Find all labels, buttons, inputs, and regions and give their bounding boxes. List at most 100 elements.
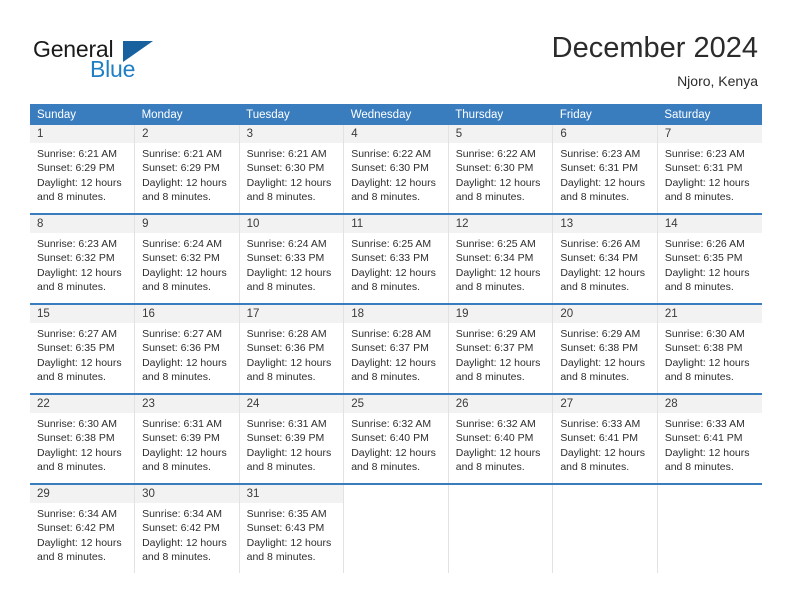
day-details: Sunrise: 6:33 AM Sunset: 6:41 PM Daylight:… [553,413,657,475]
day-cell[interactable]: 17 Sunrise: 6:28 AM Sunset: 6:36 PM Dayligh… [238,303,344,394]
sunset-text: Sunset: 6:34 PM [560,252,638,265]
day-cell[interactable]: 14 Sunrise: 6:26 AM Sunset: 6:35 PM Dayligh… [656,213,762,304]
sunset-text: Sunset: 6:35 PM [664,252,743,265]
daylight-text: Daylight: 12 hours and 8 minutes. [246,266,332,294]
daylight-text: Daylight: 12 hours and 8 minutes. [37,266,122,294]
daylight-text: Daylight: 12 hours and 8 minutes. [560,356,645,384]
day-cell[interactable]: 5 Sunrise: 6:22 AM Sunset: 6:30 PM Daylight… [447,125,553,214]
sunrise-text: Sunrise: 6:34 AM [142,508,223,520]
week-row: 1 Sunrise: 6:21 AM Sunset: 6:29 PM Daylight… [30,125,762,214]
day-number: 27 [553,395,657,413]
day-details: Sunrise: 6:22 AM Sunset: 6:30 PM Daylight:… [344,143,448,205]
day-cell[interactable]: 31 Sunrise: 6:35 AM Sunset: 6:43 PM Dayligh… [238,483,344,573]
day-cell[interactable]: 3 Sunrise: 6:21 AM Sunset: 6:30 PM Daylight… [238,125,344,214]
daylight-text: Daylight: 12 hours and 8 minutes. [37,356,122,384]
sunset-text: Sunset: 6:29 PM [37,162,115,175]
day-number: 4 [344,125,448,143]
day-cell[interactable]: 7 Sunrise: 6:23 AM Sunset: 6:31 PM Daylight… [656,125,762,214]
daylight-text: Daylight: 12 hours and 8 minutes. [37,446,122,474]
day-cell[interactable]: 28 Sunrise: 6:33 AM Sunset: 6:41 PM Dayligh… [656,393,762,484]
week-row: 29 Sunrise: 6:34 AM Sunset: 6:42 PM Dayligh… [30,483,762,573]
day-cell[interactable]: 19 Sunrise: 6:29 AM Sunset: 6:37 PM Dayligh… [447,303,553,394]
daylight-text: Daylight: 12 hours and 8 minutes. [246,536,332,564]
day-cell[interactable]: 29 Sunrise: 6:34 AM Sunset: 6:42 PM Dayligh… [30,483,135,573]
weekday-header-monday: Monday [134,104,240,125]
sunrise-text: Sunrise: 6:31 AM [246,418,327,430]
day-cell[interactable]: 21 Sunrise: 6:30 AM Sunset: 6:38 PM Dayligh… [656,303,762,394]
page-header: General Blue December 2024 Njoro, Kenya [0,0,792,98]
day-details: Sunrise: 6:27 AM Sunset: 6:36 PM Daylight:… [135,323,239,385]
weekday-header-wednesday: Wednesday [343,104,449,125]
sunset-text: Sunset: 6:39 PM [142,432,220,445]
brand-logo[interactable]: General Blue [33,36,223,86]
day-cell[interactable]: 8 Sunrise: 6:23 AM Sunset: 6:32 PM Daylight… [30,213,135,304]
day-cell[interactable]: 15 Sunrise: 6:27 AM Sunset: 6:35 PM Dayligh… [30,303,135,394]
day-number: 3 [239,125,344,143]
day-number: 24 [239,395,344,413]
day-details: Sunrise: 6:24 AM Sunset: 6:33 PM Daylight:… [240,233,344,295]
day-cell[interactable]: 11 Sunrise: 6:25 AM Sunset: 6:33 PM Dayligh… [343,213,449,304]
weekday-header-tuesday: Tuesday [239,104,344,125]
day-number: 31 [239,485,344,503]
day-cell[interactable]: 18 Sunrise: 6:28 AM Sunset: 6:37 PM Dayligh… [343,303,449,394]
weekday-header-row: Sunday Monday Tuesday Wednesday Thursday… [30,104,762,125]
sunset-text: Sunset: 6:36 PM [246,342,325,355]
day-details: Sunrise: 6:21 AM Sunset: 6:29 PM Daylight:… [135,143,239,205]
sunset-text: Sunset: 6:29 PM [142,162,220,175]
sunrise-text: Sunrise: 6:24 AM [142,238,223,250]
sunrise-text: Sunrise: 6:30 AM [664,328,745,340]
day-cell[interactable]: 27 Sunrise: 6:33 AM Sunset: 6:41 PM Dayligh… [552,393,658,484]
day-cell[interactable]: 30 Sunrise: 6:34 AM Sunset: 6:42 PM Dayligh… [134,483,240,573]
day-details: Sunrise: 6:32 AM Sunset: 6:40 PM Daylight:… [449,413,553,475]
sunset-text: Sunset: 6:38 PM [37,432,115,445]
sunrise-text: Sunrise: 6:32 AM [351,418,432,430]
sunrise-text: Sunrise: 6:34 AM [37,508,117,520]
day-cell[interactable]: 9 Sunrise: 6:24 AM Sunset: 6:32 PM Daylight… [134,213,240,304]
day-cell[interactable]: 6 Sunrise: 6:23 AM Sunset: 6:31 PM Daylight… [552,125,658,214]
weekday-header-saturday: Saturday [657,104,762,125]
day-cell[interactable]: 22 Sunrise: 6:30 AM Sunset: 6:38 PM Dayligh… [30,393,135,484]
sunrise-text: Sunrise: 6:29 AM [560,328,641,340]
day-cell[interactable]: 23 Sunrise: 6:31 AM Sunset: 6:39 PM Dayligh… [134,393,240,484]
sunrise-text: Sunrise: 6:22 AM [351,148,432,160]
day-cell[interactable]: 10 Sunrise: 6:24 AM Sunset: 6:33 PM Dayligh… [238,213,344,304]
sunrise-text: Sunrise: 6:29 AM [455,328,536,340]
daylight-text: Daylight: 12 hours and 8 minutes. [560,266,645,294]
sunset-text: Sunset: 6:39 PM [246,432,325,445]
daylight-text: Daylight: 12 hours and 8 minutes. [455,266,541,294]
sunset-text: Sunset: 6:38 PM [664,342,743,355]
day-cell[interactable]: 24 Sunrise: 6:31 AM Sunset: 6:39 PM Dayligh… [238,393,344,484]
sunset-text: Sunset: 6:35 PM [37,342,115,355]
day-number: 6 [553,125,657,143]
day-cell[interactable]: 26 Sunrise: 6:32 AM Sunset: 6:40 PM Dayligh… [447,393,553,484]
daylight-text: Daylight: 12 hours and 8 minutes. [37,536,122,564]
calendar-page: General Blue December 2024 Njoro, Kenya … [0,0,792,612]
sunrise-text: Sunrise: 6:23 AM [560,148,641,160]
day-cell[interactable]: 13 Sunrise: 6:26 AM Sunset: 6:34 PM Dayligh… [552,213,658,304]
day-cell[interactable]: 2 Sunrise: 6:21 AM Sunset: 6:29 PM Daylight… [134,125,240,214]
day-number: 7 [657,125,762,143]
day-number: 18 [344,305,448,323]
day-details: Sunrise: 6:26 AM Sunset: 6:34 PM Daylight:… [553,233,657,295]
sunset-text: Sunset: 6:31 PM [664,162,743,175]
day-number: 15 [30,305,135,323]
sunrise-text: Sunrise: 6:28 AM [351,328,432,340]
sunrise-text: Sunrise: 6:33 AM [560,418,641,430]
sunset-text: Sunset: 6:37 PM [455,342,534,355]
sunset-text: Sunset: 6:30 PM [455,162,534,175]
day-cell[interactable]: 16 Sunrise: 6:27 AM Sunset: 6:36 PM Dayligh… [134,303,240,394]
daylight-text: Daylight: 12 hours and 8 minutes. [664,176,750,204]
day-number: 14 [657,215,762,233]
day-cell[interactable]: 25 Sunrise: 6:32 AM Sunset: 6:40 PM Dayligh… [343,393,449,484]
day-details: Sunrise: 6:23 AM Sunset: 6:32 PM Daylight:… [30,233,134,295]
day-cell[interactable]: 1 Sunrise: 6:21 AM Sunset: 6:29 PM Daylight… [30,125,135,214]
day-cell[interactable]: 4 Sunrise: 6:22 AM Sunset: 6:30 PM Daylight… [343,125,449,214]
day-details: Sunrise: 6:32 AM Sunset: 6:40 PM Daylight:… [344,413,448,475]
sunrise-text: Sunrise: 6:21 AM [142,148,223,160]
day-number [657,485,762,503]
day-number: 17 [239,305,344,323]
daylight-text: Daylight: 12 hours and 8 minutes. [455,176,541,204]
day-cell[interactable]: 20 Sunrise: 6:29 AM Sunset: 6:38 PM Dayligh… [552,303,658,394]
day-details: Sunrise: 6:31 AM Sunset: 6:39 PM Daylight:… [240,413,344,475]
day-cell[interactable]: 12 Sunrise: 6:25 AM Sunset: 6:34 PM Dayligh… [447,213,553,304]
